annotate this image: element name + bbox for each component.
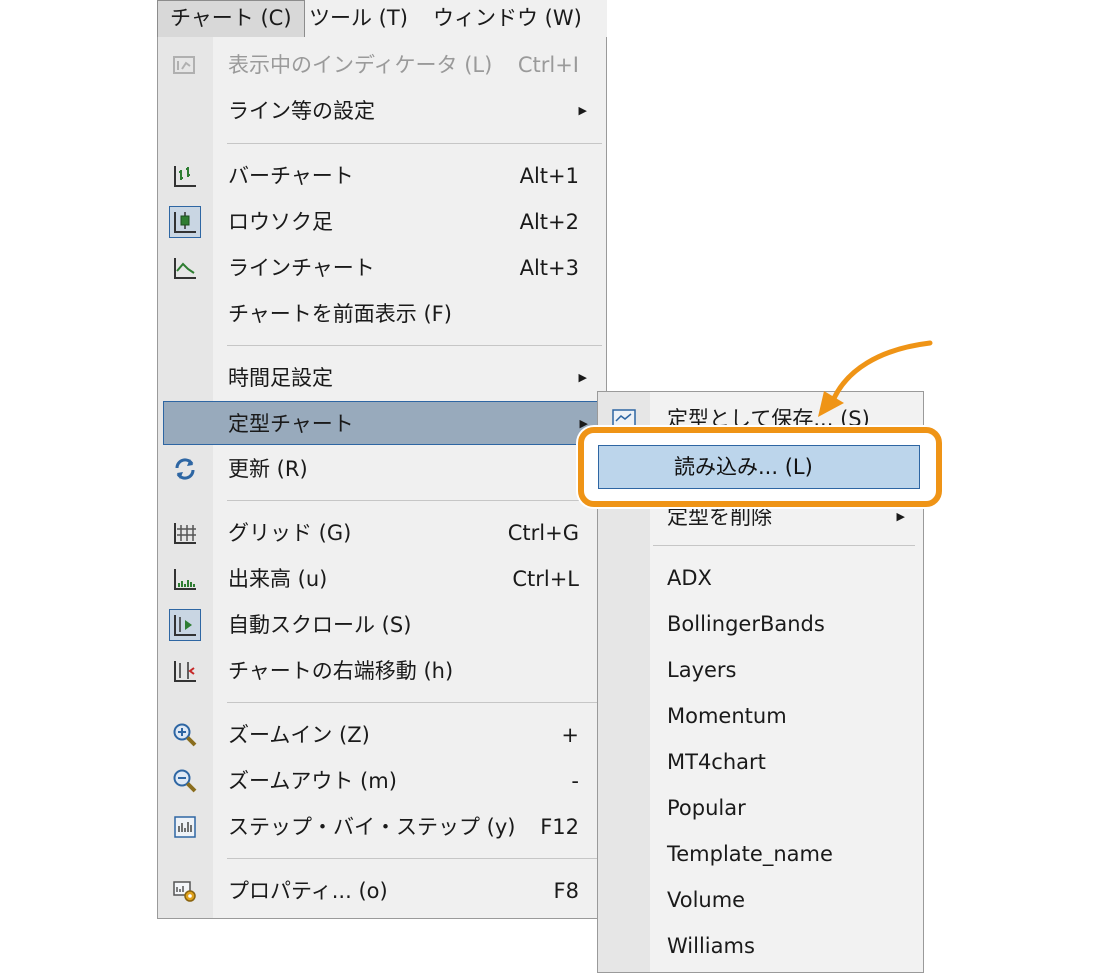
menu-item-timeframe[interactable]: 時間足設定 ▶ [158, 356, 607, 400]
template-item[interactable]: Template_name [598, 831, 923, 877]
template-item-label: Williams [667, 934, 755, 958]
properties-icon [169, 875, 201, 907]
menu-item-label: グリッド (G) [228, 521, 352, 545]
menu-item-label: 出来高 (u) [228, 567, 328, 591]
menu-separator [227, 143, 602, 144]
menu-item-step-by-step[interactable]: ステップ・バイ・ステップ (y) F12 [158, 805, 607, 849]
menu-item-label: 更新 (R) [228, 457, 308, 481]
menu-item-label: 自動スクロール (S) [228, 613, 412, 637]
menu-item-volume[interactable]: 出来高 (u) Ctrl+L [158, 557, 607, 601]
zoom-in-icon [169, 719, 201, 751]
menu-item-label: 表示中のインディケータ (L) [228, 53, 493, 77]
menu-item-shortcut: Ctrl+I [517, 53, 579, 77]
chart-shift-icon [169, 655, 201, 687]
menu-item-label: ラインチャート [228, 256, 375, 280]
menu-item-template[interactable]: 定型チャート ▶ [163, 401, 603, 445]
grid-icon [169, 517, 201, 549]
menu-item-label: ズームイン (Z) [228, 723, 370, 747]
menu-item-label: チャートを前面表示 (F) [228, 302, 452, 326]
menu-item-autoscroll[interactable]: 自動スクロール (S) [158, 603, 607, 647]
template-item-label: Template_name [667, 842, 833, 866]
autoscroll-icon [169, 609, 201, 641]
template-item[interactable]: Volume [598, 877, 923, 923]
menu-separator [227, 702, 602, 703]
menu-item-label: バーチャート [228, 164, 354, 188]
template-item-label: Layers [667, 658, 737, 682]
volume-icon [169, 563, 201, 595]
bar-chart-icon [169, 160, 201, 192]
template-item[interactable]: ADX [598, 555, 923, 601]
menu-item-shortcut: Alt+1 [519, 164, 579, 188]
line-chart-icon [169, 252, 201, 284]
menu-item-label: 定型チャート [228, 412, 354, 436]
menu-separator [227, 345, 602, 346]
menu-item-shortcut: Ctrl+G [507, 521, 579, 545]
template-item-label: Volume [667, 888, 746, 912]
menu-item-chart-shift[interactable]: チャートの右端移動 (h) [158, 649, 607, 693]
indicator-list-icon [169, 49, 201, 81]
menu-item-shortcut: - [571, 769, 579, 793]
template-item-label: Momentum [667, 704, 787, 728]
menu-item-shortcut: F8 [553, 879, 579, 903]
template-item[interactable]: Momentum [598, 693, 923, 739]
menu-separator [227, 500, 602, 501]
menu-item-chart-foreground[interactable]: チャートを前面表示 (F) [158, 292, 607, 336]
menu-item-line-settings[interactable]: ライン等の設定 ▶ [158, 89, 607, 133]
menu-item-candlestick[interactable]: ロウソク足 Alt+2 [158, 200, 607, 244]
template-item-label: BollingerBands [667, 612, 825, 636]
template-item-label: Popular [667, 796, 746, 820]
submenu-item-label: 読み込み... (L) [674, 455, 813, 479]
menu-item-label: プロパティ... (o) [228, 879, 388, 903]
menu-tools[interactable]: ツール (T) [297, 0, 420, 37]
menu-window[interactable]: ウィンドウ (W) [421, 0, 594, 37]
template-item[interactable]: BollingerBands [598, 601, 923, 647]
menu-chart[interactable]: チャート (C) [157, 0, 305, 37]
submenu-arrow-icon: ▶ [578, 104, 587, 117]
menu-item-shortcut: Alt+3 [519, 256, 579, 280]
chart-menu: 表示中のインディケータ (L) Ctrl+I ライン等の設定 ▶ バーチャート … [157, 37, 607, 919]
menubar: チャート (C) ツール (T) ウィンドウ (W) [157, 0, 607, 38]
refresh-icon [169, 453, 201, 485]
pointer-arrow-icon [818, 340, 933, 417]
menu-item-indicators: 表示中のインディケータ (L) Ctrl+I [158, 43, 607, 87]
step-by-step-icon [169, 811, 201, 843]
menu-item-bar-chart[interactable]: バーチャート Alt+1 [158, 154, 607, 198]
menu-item-shortcut: Ctrl+L [512, 567, 579, 591]
template-item[interactable]: Popular [598, 785, 923, 831]
menu-item-grid[interactable]: グリッド (G) Ctrl+G [158, 511, 607, 555]
menu-item-label: ライン等の設定 [228, 99, 375, 123]
template-item[interactable]: Williams [598, 923, 923, 969]
menu-item-zoom-in[interactable]: ズームイン (Z) + [158, 713, 607, 757]
template-item[interactable]: MT4chart [598, 739, 923, 785]
menu-item-label: 時間足設定 [228, 366, 333, 390]
template-item[interactable]: Layers [598, 647, 923, 693]
menu-item-shortcut: F12 [540, 815, 579, 839]
template-item-label: ADX [667, 566, 712, 590]
submenu-arrow-icon: ▶ [578, 371, 587, 384]
candlestick-icon [169, 206, 201, 238]
menu-item-properties[interactable]: プロパティ... (o) F8 [158, 869, 607, 913]
highlight-callout: 読み込み... (L) [578, 427, 942, 507]
menu-item-line-chart[interactable]: ラインチャート Alt+3 [158, 246, 607, 290]
menu-item-zoom-out[interactable]: ズームアウト (m) - [158, 759, 607, 803]
menu-item-label: ステップ・バイ・ステップ (y) [228, 815, 516, 839]
menu-item-label: ロウソク足 [228, 210, 333, 234]
zoom-out-icon [169, 765, 201, 797]
menu-item-shortcut: Alt+2 [519, 210, 579, 234]
menu-item-refresh[interactable]: 更新 (R) [158, 447, 607, 491]
submenu-item-load-template[interactable]: 読み込み... (L) [598, 445, 920, 489]
menu-item-label: チャートの右端移動 (h) [228, 659, 454, 683]
menu-separator [227, 858, 602, 859]
menu-item-shortcut: + [561, 723, 579, 747]
menu-item-label: ズームアウト (m) [228, 769, 397, 793]
submenu-separator [653, 545, 915, 546]
template-item-label: MT4chart [667, 750, 766, 774]
